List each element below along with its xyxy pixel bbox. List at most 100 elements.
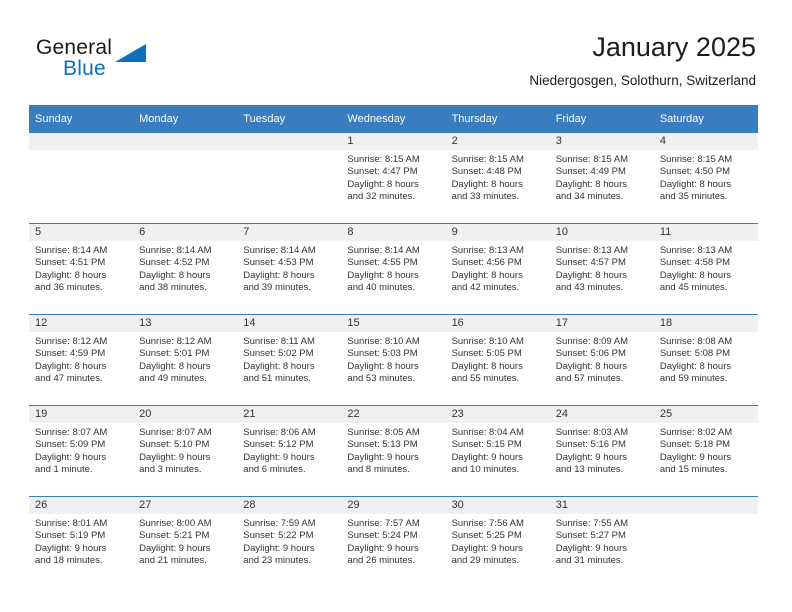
- day-details: Sunrise: 8:15 AM Sunset: 4:48 PM Daylight:…: [446, 150, 550, 204]
- day-details: Sunrise: 8:07 AM Sunset: 5:09 PM Daylight:…: [29, 423, 133, 477]
- day-details: Sunrise: 8:04 AM Sunset: 5:15 PM Daylight:…: [446, 423, 550, 477]
- day-details: Sunrise: 7:59 AM Sunset: 5:22 PM Daylight:…: [237, 514, 341, 568]
- daylight-text-line1: Daylight: 9 hours: [659, 451, 732, 463]
- calendar-day-cell[interactable]: 5 Sunrise: 8:14 AM Sunset: 4:51 PM Daylight…: [29, 223, 134, 315]
- sunrise-text: Sunrise: 8:07 AM: [35, 427, 108, 438]
- day-details: Sunrise: 8:15 AM Sunset: 4:49 PM Daylight:…: [550, 150, 654, 204]
- calendar-day-cell[interactable]: 15 Sunrise: 8:10 AM Sunset: 5:03 PM Dayligh…: [341, 314, 446, 406]
- calendar-day-cell[interactable]: 2 Sunrise: 8:15 AM Sunset: 4:48 PM Daylight…: [445, 133, 550, 224]
- daylight-text-line1: Daylight: 8 hours: [35, 269, 107, 281]
- calendar-day-cell[interactable]: 29 Sunrise: 7:57 AM Sunset: 5:24 PM Dayligh…: [341, 496, 446, 587]
- sunset-text: Sunset: 4:50 PM: [659, 166, 731, 178]
- calendar-day-cell[interactable]: [29, 133, 134, 224]
- daylight-text-line1: Daylight: 8 hours: [659, 360, 732, 372]
- calendar-day-cell[interactable]: 20 Sunrise: 8:07 AM Sunset: 5:10 PM Dayligh…: [133, 405, 238, 497]
- sunset-text: Sunset: 5:08 PM: [659, 348, 731, 360]
- sunset-text: Sunset: 4:57 PM: [555, 257, 626, 269]
- day-number: 3: [549, 133, 654, 150]
- calendar-day-cell[interactable]: 30 Sunrise: 7:56 AM Sunset: 5:25 PM Dayligh…: [445, 496, 550, 587]
- calendar-day-cell[interactable]: 25 Sunrise: 8:02 AM Sunset: 5:18 PM Dayligh…: [653, 405, 758, 497]
- day-number: 27: [133, 497, 238, 514]
- calendar-day-cell[interactable]: 12 Sunrise: 8:12 AM Sunset: 4:59 PM Dayligh…: [29, 314, 134, 406]
- calendar-day-cell[interactable]: 27 Sunrise: 8:00 AM Sunset: 5:21 PM Dayligh…: [133, 496, 238, 587]
- daylight-text-line2: and 34 minutes.: [555, 191, 624, 203]
- day-number: 31: [549, 497, 654, 514]
- calendar-day-cell[interactable]: 1 Sunrise: 8:15 AM Sunset: 4:47 PM Daylight…: [341, 133, 446, 224]
- day-details: Sunrise: 7:56 AM Sunset: 5:25 PM Daylight:…: [446, 514, 550, 568]
- calendar-day-cell[interactable]: 10 Sunrise: 8:13 AM Sunset: 4:57 PM Dayligh…: [549, 223, 654, 315]
- daylight-text-line2: and 40 minutes.: [347, 282, 416, 294]
- calendar-day-cell[interactable]: [133, 133, 238, 224]
- daylight-text-line1: Daylight: 9 hours: [243, 542, 315, 554]
- daylight-text-line1: Daylight: 9 hours: [139, 542, 211, 554]
- daylight-text-line1: Daylight: 8 hours: [243, 360, 315, 372]
- calendar-day-cell[interactable]: [653, 496, 758, 587]
- sunrise-text: Sunrise: 8:14 AM: [347, 245, 420, 256]
- sunset-text: Sunset: 4:58 PM: [659, 257, 731, 269]
- calendar-day-cell[interactable]: 19 Sunrise: 8:07 AM Sunset: 5:09 PM Dayligh…: [29, 405, 134, 497]
- calendar-week-row: 12 Sunrise: 8:12 AM Sunset: 4:59 PM Dayligh…: [29, 314, 758, 406]
- weekday-header-monday: Monday: [133, 105, 238, 133]
- calendar-day-cell[interactable]: 3 Sunrise: 8:15 AM Sunset: 4:49 PM Daylight…: [549, 133, 654, 224]
- calendar-day-cell[interactable]: [237, 133, 342, 224]
- location-subtitle: Niedergosgen, Solothurn, Switzerland: [529, 73, 756, 88]
- sunset-text: Sunset: 5:19 PM: [35, 530, 106, 542]
- calendar-page: General Blue January 2025 Niedergosgen, …: [0, 0, 792, 612]
- calendar-day-cell[interactable]: 13 Sunrise: 8:12 AM Sunset: 5:01 PM Dayligh…: [133, 314, 238, 406]
- day-details: Sunrise: 8:14 AM Sunset: 4:52 PM Daylight:…: [133, 241, 237, 295]
- calendar-day-cell[interactable]: 28 Sunrise: 7:59 AM Sunset: 5:22 PM Dayligh…: [237, 496, 342, 587]
- brand-logo[interactable]: General Blue: [36, 36, 226, 92]
- daylight-text-line1: Daylight: 9 hours: [347, 542, 419, 554]
- daylight-text-line2: and 32 minutes.: [347, 191, 416, 203]
- daylight-text-line2: and 31 minutes.: [555, 555, 624, 567]
- day-details: Sunrise: 8:01 AM Sunset: 5:19 PM Daylight:…: [29, 514, 133, 568]
- calendar-day-cell[interactable]: 17 Sunrise: 8:09 AM Sunset: 5:06 PM Dayligh…: [549, 314, 654, 406]
- daylight-text-line2: and 29 minutes.: [451, 555, 520, 567]
- day-details: Sunrise: 8:10 AM Sunset: 5:03 PM Daylight:…: [341, 332, 445, 386]
- sunset-text: Sunset: 5:16 PM: [555, 439, 626, 451]
- day-details: Sunrise: 8:08 AM Sunset: 5:08 PM Daylight:…: [654, 332, 758, 386]
- sunset-text: Sunset: 4:56 PM: [451, 257, 522, 269]
- calendar-day-cell[interactable]: 14 Sunrise: 8:11 AM Sunset: 5:02 PM Dayligh…: [237, 314, 342, 406]
- day-number: 14: [237, 315, 342, 332]
- day-number: 11: [653, 224, 758, 241]
- sunset-text: Sunset: 4:47 PM: [347, 166, 418, 178]
- daylight-text-line1: Daylight: 8 hours: [347, 269, 419, 281]
- calendar-day-cell[interactable]: 8 Sunrise: 8:14 AM Sunset: 4:55 PM Daylight…: [341, 223, 446, 315]
- calendar-day-cell[interactable]: 22 Sunrise: 8:05 AM Sunset: 5:13 PM Dayligh…: [341, 405, 446, 497]
- sunrise-text: Sunrise: 8:05 AM: [347, 427, 420, 438]
- daylight-text-line1: Daylight: 9 hours: [451, 542, 523, 554]
- calendar-day-cell[interactable]: 16 Sunrise: 8:10 AM Sunset: 5:05 PM Dayligh…: [445, 314, 550, 406]
- day-details: Sunrise: 8:06 AM Sunset: 5:12 PM Daylight:…: [237, 423, 341, 477]
- daylight-text-line1: Daylight: 8 hours: [243, 269, 315, 281]
- sunrise-text: Sunrise: 8:11 AM: [243, 336, 315, 347]
- daylight-text-line2: and 55 minutes.: [451, 373, 520, 385]
- sunrise-text: Sunrise: 7:59 AM: [243, 518, 316, 529]
- triangle-icon: [115, 44, 146, 62]
- calendar-day-cell[interactable]: 7 Sunrise: 8:14 AM Sunset: 4:53 PM Daylight…: [237, 223, 342, 315]
- daylight-text-line2: and 45 minutes.: [659, 282, 728, 294]
- sunset-text: Sunset: 5:05 PM: [451, 348, 522, 360]
- day-number: 9: [445, 224, 550, 241]
- calendar-day-cell[interactable]: 9 Sunrise: 8:13 AM Sunset: 4:56 PM Daylight…: [445, 223, 550, 315]
- calendar-day-cell[interactable]: 6 Sunrise: 8:14 AM Sunset: 4:52 PM Daylight…: [133, 223, 238, 315]
- sunset-text: Sunset: 5:02 PM: [243, 348, 314, 360]
- calendar-day-cell[interactable]: 24 Sunrise: 8:03 AM Sunset: 5:16 PM Dayligh…: [549, 405, 654, 497]
- day-number: 15: [341, 315, 446, 332]
- day-number: 4: [653, 133, 758, 150]
- daylight-text-line2: and 42 minutes.: [451, 282, 520, 294]
- daylight-text-line1: Daylight: 8 hours: [451, 178, 523, 190]
- calendar-day-cell[interactable]: 18 Sunrise: 8:08 AM Sunset: 5:08 PM Dayligh…: [653, 314, 758, 406]
- calendar-day-cell[interactable]: 4 Sunrise: 8:15 AM Sunset: 4:50 PM Daylight…: [653, 133, 758, 224]
- brand-name-blue: Blue: [63, 57, 106, 80]
- calendar-day-cell[interactable]: 23 Sunrise: 8:04 AM Sunset: 5:15 PM Dayligh…: [445, 405, 550, 497]
- day-number: 8: [341, 224, 446, 241]
- calendar-day-cell[interactable]: 31 Sunrise: 7:55 AM Sunset: 5:27 PM Dayligh…: [549, 496, 654, 587]
- daylight-text-line2: and 8 minutes.: [347, 464, 410, 476]
- calendar-day-cell[interactable]: 21 Sunrise: 8:06 AM Sunset: 5:12 PM Dayligh…: [237, 405, 342, 497]
- sunrise-text: Sunrise: 8:08 AM: [659, 336, 733, 347]
- calendar-day-cell[interactable]: 11 Sunrise: 8:13 AM Sunset: 4:58 PM Dayligh…: [653, 223, 758, 315]
- calendar-day-cell[interactable]: 26 Sunrise: 8:01 AM Sunset: 5:19 PM Dayligh…: [29, 496, 134, 587]
- daylight-text-line2: and 51 minutes.: [243, 373, 311, 385]
- sunset-text: Sunset: 5:27 PM: [555, 530, 626, 542]
